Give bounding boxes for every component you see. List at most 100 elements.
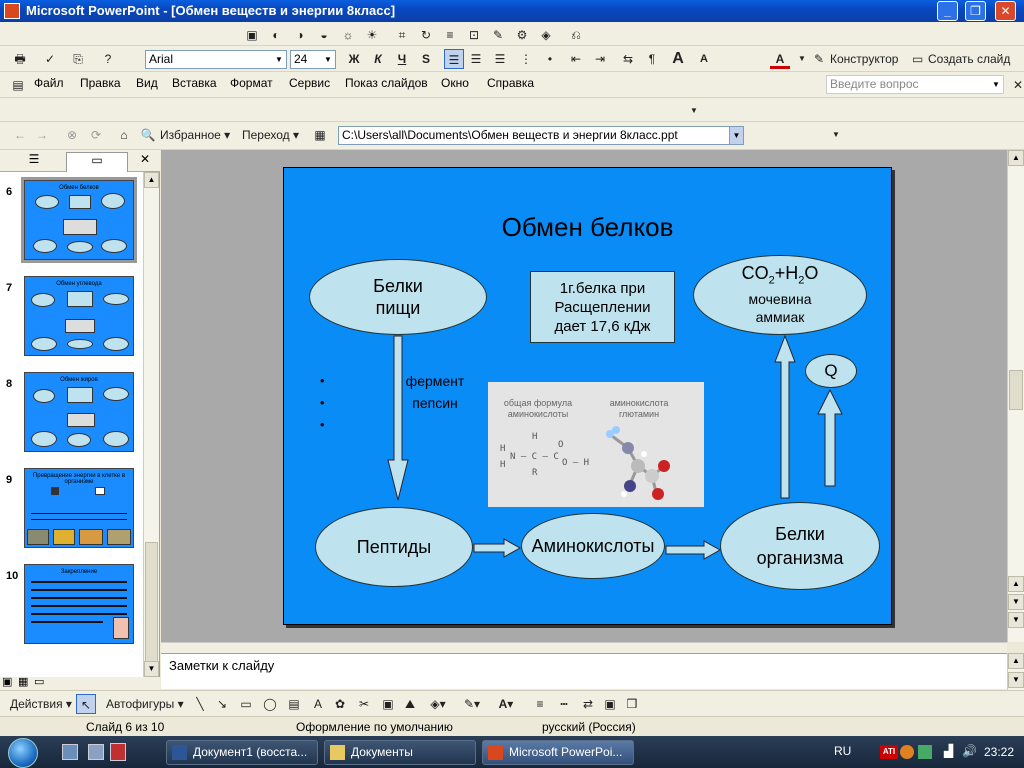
line-tool-icon[interactable]: ╲ [190,694,210,714]
tray-app-icon[interactable] [918,745,932,759]
start-button[interactable] [8,738,38,768]
q-shape[interactable]: Q [805,354,857,388]
menu-format[interactable]: Формат [230,76,273,90]
crop-icon[interactable]: ⌗ [392,25,412,45]
paragraph-icon[interactable]: ¶ [642,49,662,69]
food-proteins-shape[interactable]: Белки пищи [309,259,487,335]
picture-tool-icon[interactable]: ▣ [378,694,398,714]
copy-icon[interactable]: ⎘ [68,49,88,69]
rotate-icon[interactable]: ↻ [416,25,436,45]
scroll-thumb[interactable] [1009,370,1023,410]
menu-window[interactable]: Окно [441,76,469,90]
more-contrast-icon[interactable]: ◑ [290,25,310,45]
line-color-icon[interactable]: ✎▾ [462,694,482,714]
scroll-up-icon[interactable]: ▲ [1008,150,1024,166]
ask-question-input[interactable]: Введите вопрос ▼ [826,75,1004,94]
print-preview-icon[interactable]: 🖶 [10,49,30,69]
quicklaunch-app-icon[interactable] [110,743,126,761]
increase-font-icon[interactable]: A [668,49,688,69]
new-slide-button[interactable]: ▭ Создать слайд [910,49,1010,69]
energy-box[interactable]: 1г.белка при Расщеплении дает 17,6 кДж [530,271,675,343]
menu-help[interactable]: Справка [487,76,534,90]
tab-slides[interactable]: ▭ [66,152,128,172]
3d-style-icon[interactable]: ❒ [622,694,642,714]
enzyme-label[interactable]: фермент пепсин [400,370,470,414]
next-slide-icon[interactable]: ▼ [1008,612,1024,628]
chevron-down-icon[interactable]: ▼ [792,49,812,69]
minimize-button[interactable]: _ [937,1,958,21]
actions-menu[interactable]: Действия ▾ [10,694,72,714]
horizontal-scrollbar[interactable] [161,642,1007,653]
language-indicator[interactable]: RU [834,744,851,758]
menu-view[interactable]: Вид [136,76,158,90]
powerpoint-app-icon[interactable] [4,3,20,19]
thumb-slide-10[interactable]: Закрепление [24,564,134,644]
align-left-icon[interactable]: ☰ [444,49,464,69]
scroll-down-icon[interactable]: ▼ [1008,594,1024,610]
go-menu[interactable]: Переход ▾ [242,125,299,145]
decrease-font-icon[interactable]: A [694,49,714,69]
scroll-up-icon[interactable]: ▲ [1008,653,1024,669]
oval-tool-icon[interactable]: ◯ [260,694,280,714]
peptides-shape[interactable]: Пептиды [315,507,473,587]
menu-edit[interactable]: Правка [80,76,121,90]
menu-tools[interactable]: Сервис [289,76,330,90]
sorter-view-icon[interactable]: ▦ [18,675,28,688]
compress-icon[interactable]: ⊡ [464,25,484,45]
more-brightness-icon[interactable]: ☼ [338,25,358,45]
thumb-slide-8[interactable]: Обмен жиров [24,372,134,452]
decrease-indent-icon[interactable]: ⇤ [566,49,586,69]
recolor-icon[interactable]: ✎ [488,25,508,45]
close-document-icon[interactable]: ✕ [1008,75,1024,95]
dash-style-icon[interactable]: ┅ [554,694,574,714]
format-picture-icon[interactable]: ⚙ [512,25,532,45]
color-icon[interactable]: ◐ [266,25,286,45]
menu-slideshow[interactable]: Показ слайдов [345,76,428,90]
slide-scrollbar[interactable]: ▲ ▲ ▼ ▼ [1007,150,1024,642]
address-field[interactable]: C:\Users\all\Documents\Обмен веществ и э… [338,126,744,145]
line-style-icon[interactable]: ≡ [530,694,550,714]
back-icon[interactable]: ← [10,125,30,145]
refresh-icon[interactable]: ⟳ [86,125,106,145]
tray-app-icon[interactable] [900,745,914,759]
text-direction-icon[interactable]: ⇆ [618,49,638,69]
autoshapes-menu[interactable]: Автофигуры ▾ [106,694,184,714]
arrow-tool-icon[interactable]: ↘ [212,694,232,714]
task-document1[interactable]: Документ1 (восста... [166,740,318,765]
help-icon[interactable]: ? [98,49,118,69]
thumb-slide-7[interactable]: Обмен углевода [24,276,134,356]
insert-picture-icon[interactable]: ▣ [242,25,262,45]
scroll-up-icon[interactable]: ▲ [144,172,159,188]
clock[interactable]: 23:22 [984,745,1014,759]
toolbar-options-icon[interactable]: ▼ [684,101,704,121]
line-style-icon[interactable]: ≡ [440,25,460,45]
menu-insert[interactable]: Вставка [172,76,217,90]
increase-indent-icon[interactable]: ⇥ [590,49,610,69]
underline-button[interactable]: Ч [392,49,412,69]
wordart-tool-icon[interactable]: A [308,694,328,714]
scroll-down-icon[interactable]: ▼ [144,661,159,677]
volume-icon[interactable]: 🔊 [962,744,977,758]
rectangle-tool-icon[interactable]: ▭ [236,694,256,714]
image-tool-icon[interactable]: ⛰ [400,694,420,714]
bold-button[interactable]: Ж [344,49,364,69]
network-icon[interactable]: ▟ [944,744,953,758]
close-panel-icon[interactable]: ✕ [140,152,150,166]
arrow-style-icon[interactable]: ⇄ [578,694,598,714]
amino-acid-image[interactable]: общая формула аминокислоты аминокислота … [488,382,704,507]
slides-scrollbar[interactable]: ▲ ▼ [143,172,159,682]
menu-file[interactable]: Файл [34,76,64,90]
search-web-icon[interactable]: 🔍 [138,125,158,145]
tab-outline[interactable]: ☰ [6,152,62,170]
chevron-down-icon[interactable]: ▼ [729,127,743,144]
shadow-button[interactable]: S [416,49,436,69]
favorites-menu[interactable]: Избранное ▾ [160,125,230,145]
home-icon[interactable]: ⌂ [114,125,134,145]
document-icon[interactable]: ▤ [8,75,28,95]
close-button[interactable]: ✕ [995,1,1016,21]
scroll-down-icon[interactable]: ▼ [1008,672,1024,688]
normal-view-icon[interactable]: ▣ [2,675,12,688]
stop-icon[interactable]: ⊗ [62,125,82,145]
notes-pane[interactable]: Заметки к слайду [161,653,1007,689]
font-color-icon[interactable]: A▾ [496,694,516,714]
